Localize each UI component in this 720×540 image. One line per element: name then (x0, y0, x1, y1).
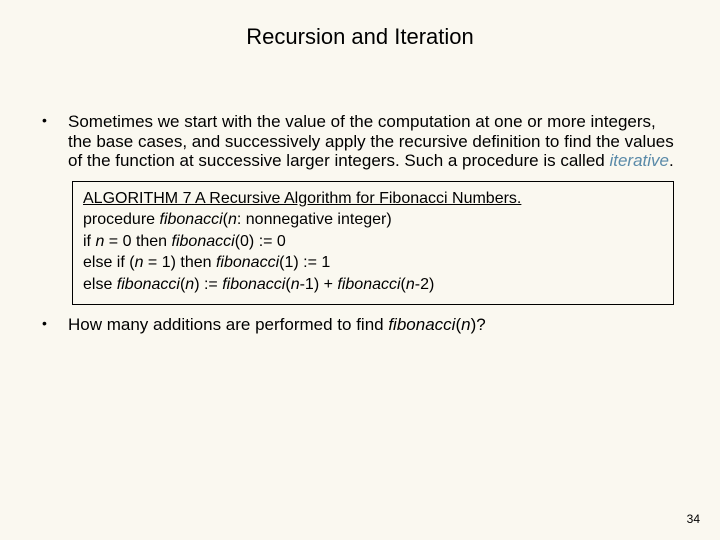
algo-line-4: else fibonacci(n) := fibonacci(n-1) + fi… (83, 274, 663, 296)
bullet2-pc: )? (471, 315, 486, 334)
bullet1-pre: Sometimes we start with the value of the… (68, 112, 674, 170)
algo-l3-mid: = 1) then (143, 254, 216, 271)
algo-l4-fib3: fibonacci (337, 276, 400, 293)
algo-l3-fib: fibonacci (216, 254, 279, 271)
algo-l4-a2c: -1) + (300, 276, 338, 293)
bullet2-fib: fibonacci (388, 315, 455, 334)
algo-l3-pre: else if ( (83, 254, 135, 271)
bullet-item-2: How many additions are performed to find… (36, 315, 684, 335)
bullet-list-2: How many additions are performed to find… (36, 315, 684, 335)
algo-l1-n: n (228, 211, 237, 228)
bullet2-pre: How many additions are performed to find (68, 315, 388, 334)
bullet-list: Sometimes we start with the value of the… (36, 112, 684, 171)
algo-l3-post: (1) := 1 (279, 254, 330, 271)
algo-header-pre: ALGORITHM 7 (83, 190, 191, 207)
algo-l1-rest: : nonnegative integer) (237, 211, 392, 228)
algorithm-box: ALGORITHM 7 A Recursive Algorithm for Fi… (72, 181, 674, 305)
algo-l4-pre: else (83, 276, 117, 293)
algo-l1-fib: fibonacci (160, 211, 223, 228)
bullet-item-1: Sometimes we start with the value of the… (36, 112, 684, 171)
algo-header: ALGORITHM 7 A Recursive Algorithm for Fi… (83, 188, 663, 210)
algo-l2-mid: = 0 then (104, 233, 171, 250)
bullet1-post: . (669, 151, 674, 170)
page-number: 34 (687, 512, 700, 526)
algo-l2-pre: if (83, 233, 95, 250)
bullet2-n: n (461, 315, 470, 334)
algo-l2-fib: fibonacci (172, 233, 235, 250)
algo-l4-fib2: fibonacci (222, 276, 285, 293)
bullet1-em: iterative (609, 151, 669, 170)
algo-line-2: if n = 0 then fibonacci(0) := 0 (83, 231, 663, 253)
algo-l4-a3c: -2) (415, 276, 435, 293)
slide-title: Recursion and Iteration (36, 24, 684, 50)
algo-l4-a1b: n (185, 276, 194, 293)
algo-line-3: else if (n = 1) then fibonacci(1) := 1 (83, 252, 663, 274)
algo-l4-fib1: fibonacci (117, 276, 180, 293)
algo-line-1: procedure fibonacci(n: nonnegative integ… (83, 209, 663, 231)
algo-l4-a2b: n (291, 276, 300, 293)
algo-l4-a3b: n (406, 276, 415, 293)
algo-l1-pre: procedure (83, 211, 160, 228)
algo-l2-post: (0) := 0 (235, 233, 286, 250)
algo-header-rest: A Recursive Algorithm for Fibonacci Numb… (191, 190, 521, 207)
algo-l4-a1c: ) := (194, 276, 222, 293)
